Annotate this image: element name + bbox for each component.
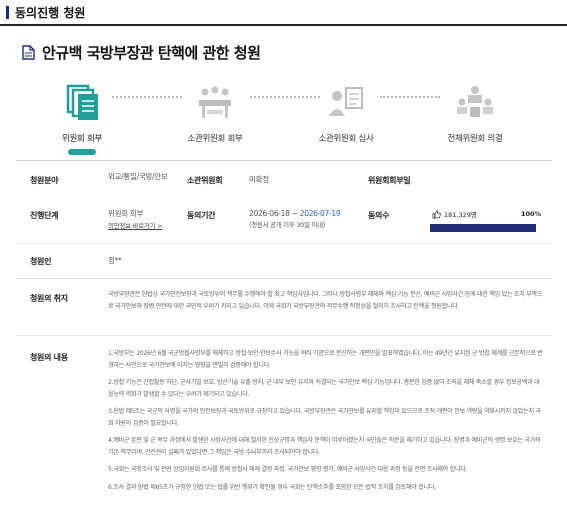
field-label: 청원분야: [30, 176, 59, 185]
progress-steps: 위원회 회부 소관위원회 회부 소관위원회 심사 전체위원회 의결: [0, 76, 567, 155]
period-value: 2026-06-18 ~ 2026-07-19: [249, 209, 341, 219]
step-label: 위원회 회부: [61, 134, 102, 144]
thumbs-up-icon: [432, 209, 441, 218]
step-label: 소관위원회 회부: [187, 134, 243, 144]
period-label: 동의기간: [187, 211, 216, 220]
step-label: 소관위원회 심사: [318, 134, 374, 144]
content-paragraph: 6.조사 결과 헌법 제65조가 규정한 헌법 또는 법률 위반 행위가 확인될…: [108, 483, 436, 491]
step-committee-review[interactable]: 소관위원회 심사: [296, 76, 396, 144]
period-note: (청원서 공개 이후 30일 이내): [249, 221, 326, 229]
content-paragraph: 3.헌법 제5조는 국군의 사명을 국가의 안전보장과 국토방위로 규정하고 있…: [108, 408, 541, 427]
purpose-label: 청원의 취지: [30, 294, 68, 303]
agree-progress-bar: [430, 224, 536, 232]
step-committee-referral[interactable]: 소관위원회 회부: [165, 76, 265, 144]
document-icon: [22, 45, 35, 60]
review-person-icon: [329, 87, 363, 116]
period-end: 2026-07-19: [299, 209, 341, 218]
divider: [16, 335, 552, 336]
content-paragraph: 2.방첩 기능은 간첩활동 차단, 군사기밀 보호, 방산기술 유출 방지, 군…: [108, 379, 540, 398]
section-title: 동의진행 청원: [15, 5, 86, 20]
purpose-text: 국방부장관은 헌법상 국가안전보장과 국토방위의 책무를 수행해야 할 최고 책…: [108, 291, 543, 310]
committee-label: 소관위원회: [187, 176, 223, 185]
documents-icon: [66, 84, 98, 120]
referral-date-label: 위원회회부일: [368, 176, 411, 185]
meeting-table-icon: [199, 86, 231, 118]
title-accent-bar: [6, 5, 9, 19]
page-title: 안규백 국방부장관 탄핵에 관한 청원: [42, 44, 261, 62]
step-label: 전체위원회 의결: [447, 134, 503, 144]
content-paragraph: 5.국회는 국정조사 및 관련 상임위원회 조사를 통해 방첩사 해체 결정 과…: [108, 466, 468, 473]
step-plenary-resolution[interactable]: 전체위원회 의결: [425, 76, 525, 144]
agree-percent: 100%: [521, 210, 542, 218]
bill-info-link[interactable]: 의안정보 바로가기 >: [108, 220, 162, 230]
content-label: 청원의 내용: [30, 353, 68, 362]
top-bar: 동의진행 청원: [0, 0, 567, 26]
agree-label: 동의수: [368, 211, 390, 220]
petitioner-value: 정**: [108, 256, 122, 265]
step-referral[interactable]: 위원회 회부: [32, 76, 132, 155]
divider: [16, 243, 552, 244]
active-step-indicator: [68, 149, 96, 155]
content-text: 1.국방부는 2026년 6월 국군방첩사령부를 해체하고 방첩·보안·안보수사…: [108, 348, 544, 499]
petitioner-label: 청원인: [30, 257, 52, 266]
committee-value: 미확정: [249, 175, 269, 184]
field-value: 외교/통일/국방/안보: [108, 172, 168, 181]
agree-count-value: 181,329명: [444, 211, 477, 219]
period-start: 2026-06-18 ~: [249, 209, 300, 218]
stage-label: 진행단계: [30, 211, 59, 220]
content-paragraph: 1.국방부는 2026년 6월 국군방첩사령부를 해체하고 방첩·보안·안보수사…: [108, 350, 543, 369]
content-paragraph: 4.예비군 훈련 및 군 복무 과정에서 발생한 사망사건에 대해 철저한 진상…: [108, 437, 541, 456]
agree-count: 181,329명: [432, 209, 477, 219]
divider: [16, 160, 552, 161]
page-title-row: 안규백 국방부장관 탄핵에 관한 청원: [22, 42, 261, 63]
stage-value: 위원회 회부: [108, 209, 144, 218]
plenary-vote-icon: [457, 86, 493, 117]
divider: [16, 278, 552, 279]
